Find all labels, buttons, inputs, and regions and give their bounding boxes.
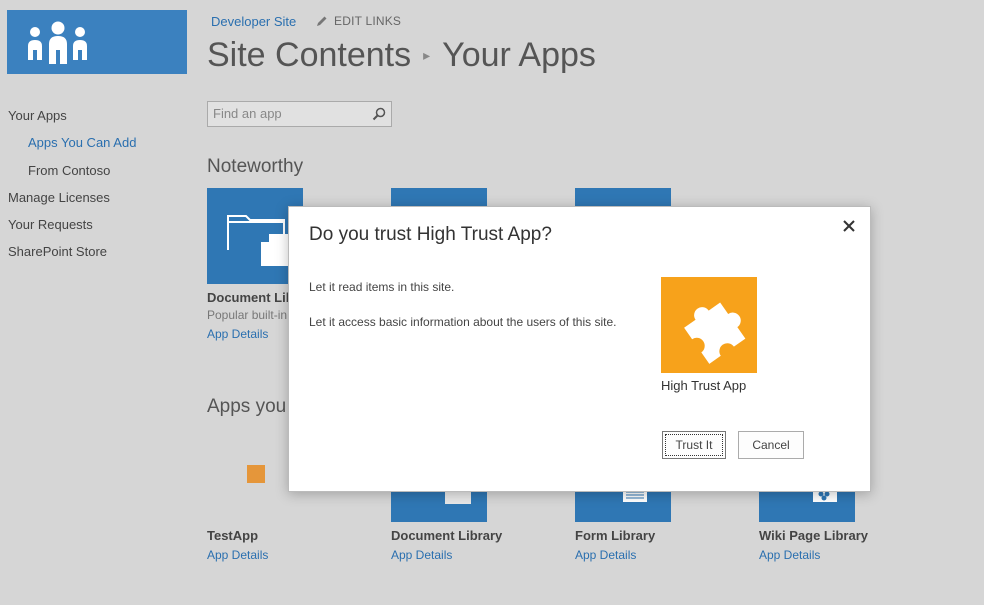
app-name: High Trust App xyxy=(661,378,747,393)
app-search-box xyxy=(207,101,392,127)
trust-it-button[interactable]: Trust It xyxy=(662,431,726,459)
apps-section-heading: Apps you xyxy=(207,396,287,417)
site-link[interactable]: Developer Site xyxy=(211,14,296,29)
tile-title: Document Lib xyxy=(207,290,294,305)
close-icon[interactable] xyxy=(840,217,858,235)
sidebar-item-your-requests[interactable]: Your Requests xyxy=(8,217,136,244)
edit-links-button[interactable]: EDIT LINKS xyxy=(316,14,401,28)
wiki-page-library-details-link[interactable]: App Details xyxy=(759,548,820,562)
sidebar-item-apps-you-can-add[interactable]: Apps You Can Add xyxy=(8,135,136,162)
people-icon xyxy=(28,21,87,64)
sidebar-item-manage-licenses[interactable]: Manage Licenses xyxy=(8,190,136,217)
pencil-icon xyxy=(317,16,327,26)
your-apps-title: Your Apps xyxy=(442,36,596,74)
site-contents-link[interactable]: Site Contents xyxy=(207,36,411,74)
page-title: Site Contents ▸ Your Apps xyxy=(207,36,596,75)
tile-description: Popular built-in xyxy=(207,308,288,322)
breadcrumb-separator-icon: ▸ xyxy=(423,47,431,63)
puzzle-piece-icon xyxy=(684,302,746,364)
permission-read-items: Let it read items in this site. xyxy=(309,280,455,294)
left-navigation: Your Apps Apps You Can Add From Contoso … xyxy=(8,108,136,272)
puzzle-icon xyxy=(247,465,265,483)
search-icon[interactable] xyxy=(372,107,386,121)
dialog-title: Do you trust High Trust App? xyxy=(309,224,552,245)
site-logo[interactable] xyxy=(7,10,187,74)
cancel-button[interactable]: Cancel xyxy=(738,431,804,459)
app-icon xyxy=(661,277,757,373)
document-library-title: Document Library xyxy=(391,528,503,543)
app-details-link[interactable]: App Details xyxy=(207,327,268,341)
testapp-details-link[interactable]: App Details xyxy=(207,548,268,562)
form-library-title: Form Library xyxy=(575,528,656,543)
sidebar-item-your-apps[interactable]: Your Apps xyxy=(8,108,136,135)
search-input[interactable] xyxy=(208,102,363,124)
noteworthy-heading: Noteworthy xyxy=(207,156,304,177)
permission-user-info: Let it access basic information about th… xyxy=(309,315,617,329)
document-icon xyxy=(445,490,471,504)
edit-links-label: EDIT LINKS xyxy=(334,14,402,28)
trust-app-dialog: Do you trust High Trust App? Let it read… xyxy=(288,206,871,492)
wiki-page-library-title: Wiki Page Library xyxy=(759,528,868,543)
testapp-title: TestApp xyxy=(207,528,259,543)
form-library-details-link[interactable]: App Details xyxy=(575,548,636,562)
sidebar-item-sharepoint-store[interactable]: SharePoint Store xyxy=(8,244,136,271)
sidebar-item-from-contoso[interactable]: From Contoso xyxy=(8,163,136,190)
noteworthy-tile-2[interactable] xyxy=(391,188,487,208)
document-library-details-link[interactable]: App Details xyxy=(391,548,452,562)
noteworthy-tile-3[interactable] xyxy=(575,188,671,208)
